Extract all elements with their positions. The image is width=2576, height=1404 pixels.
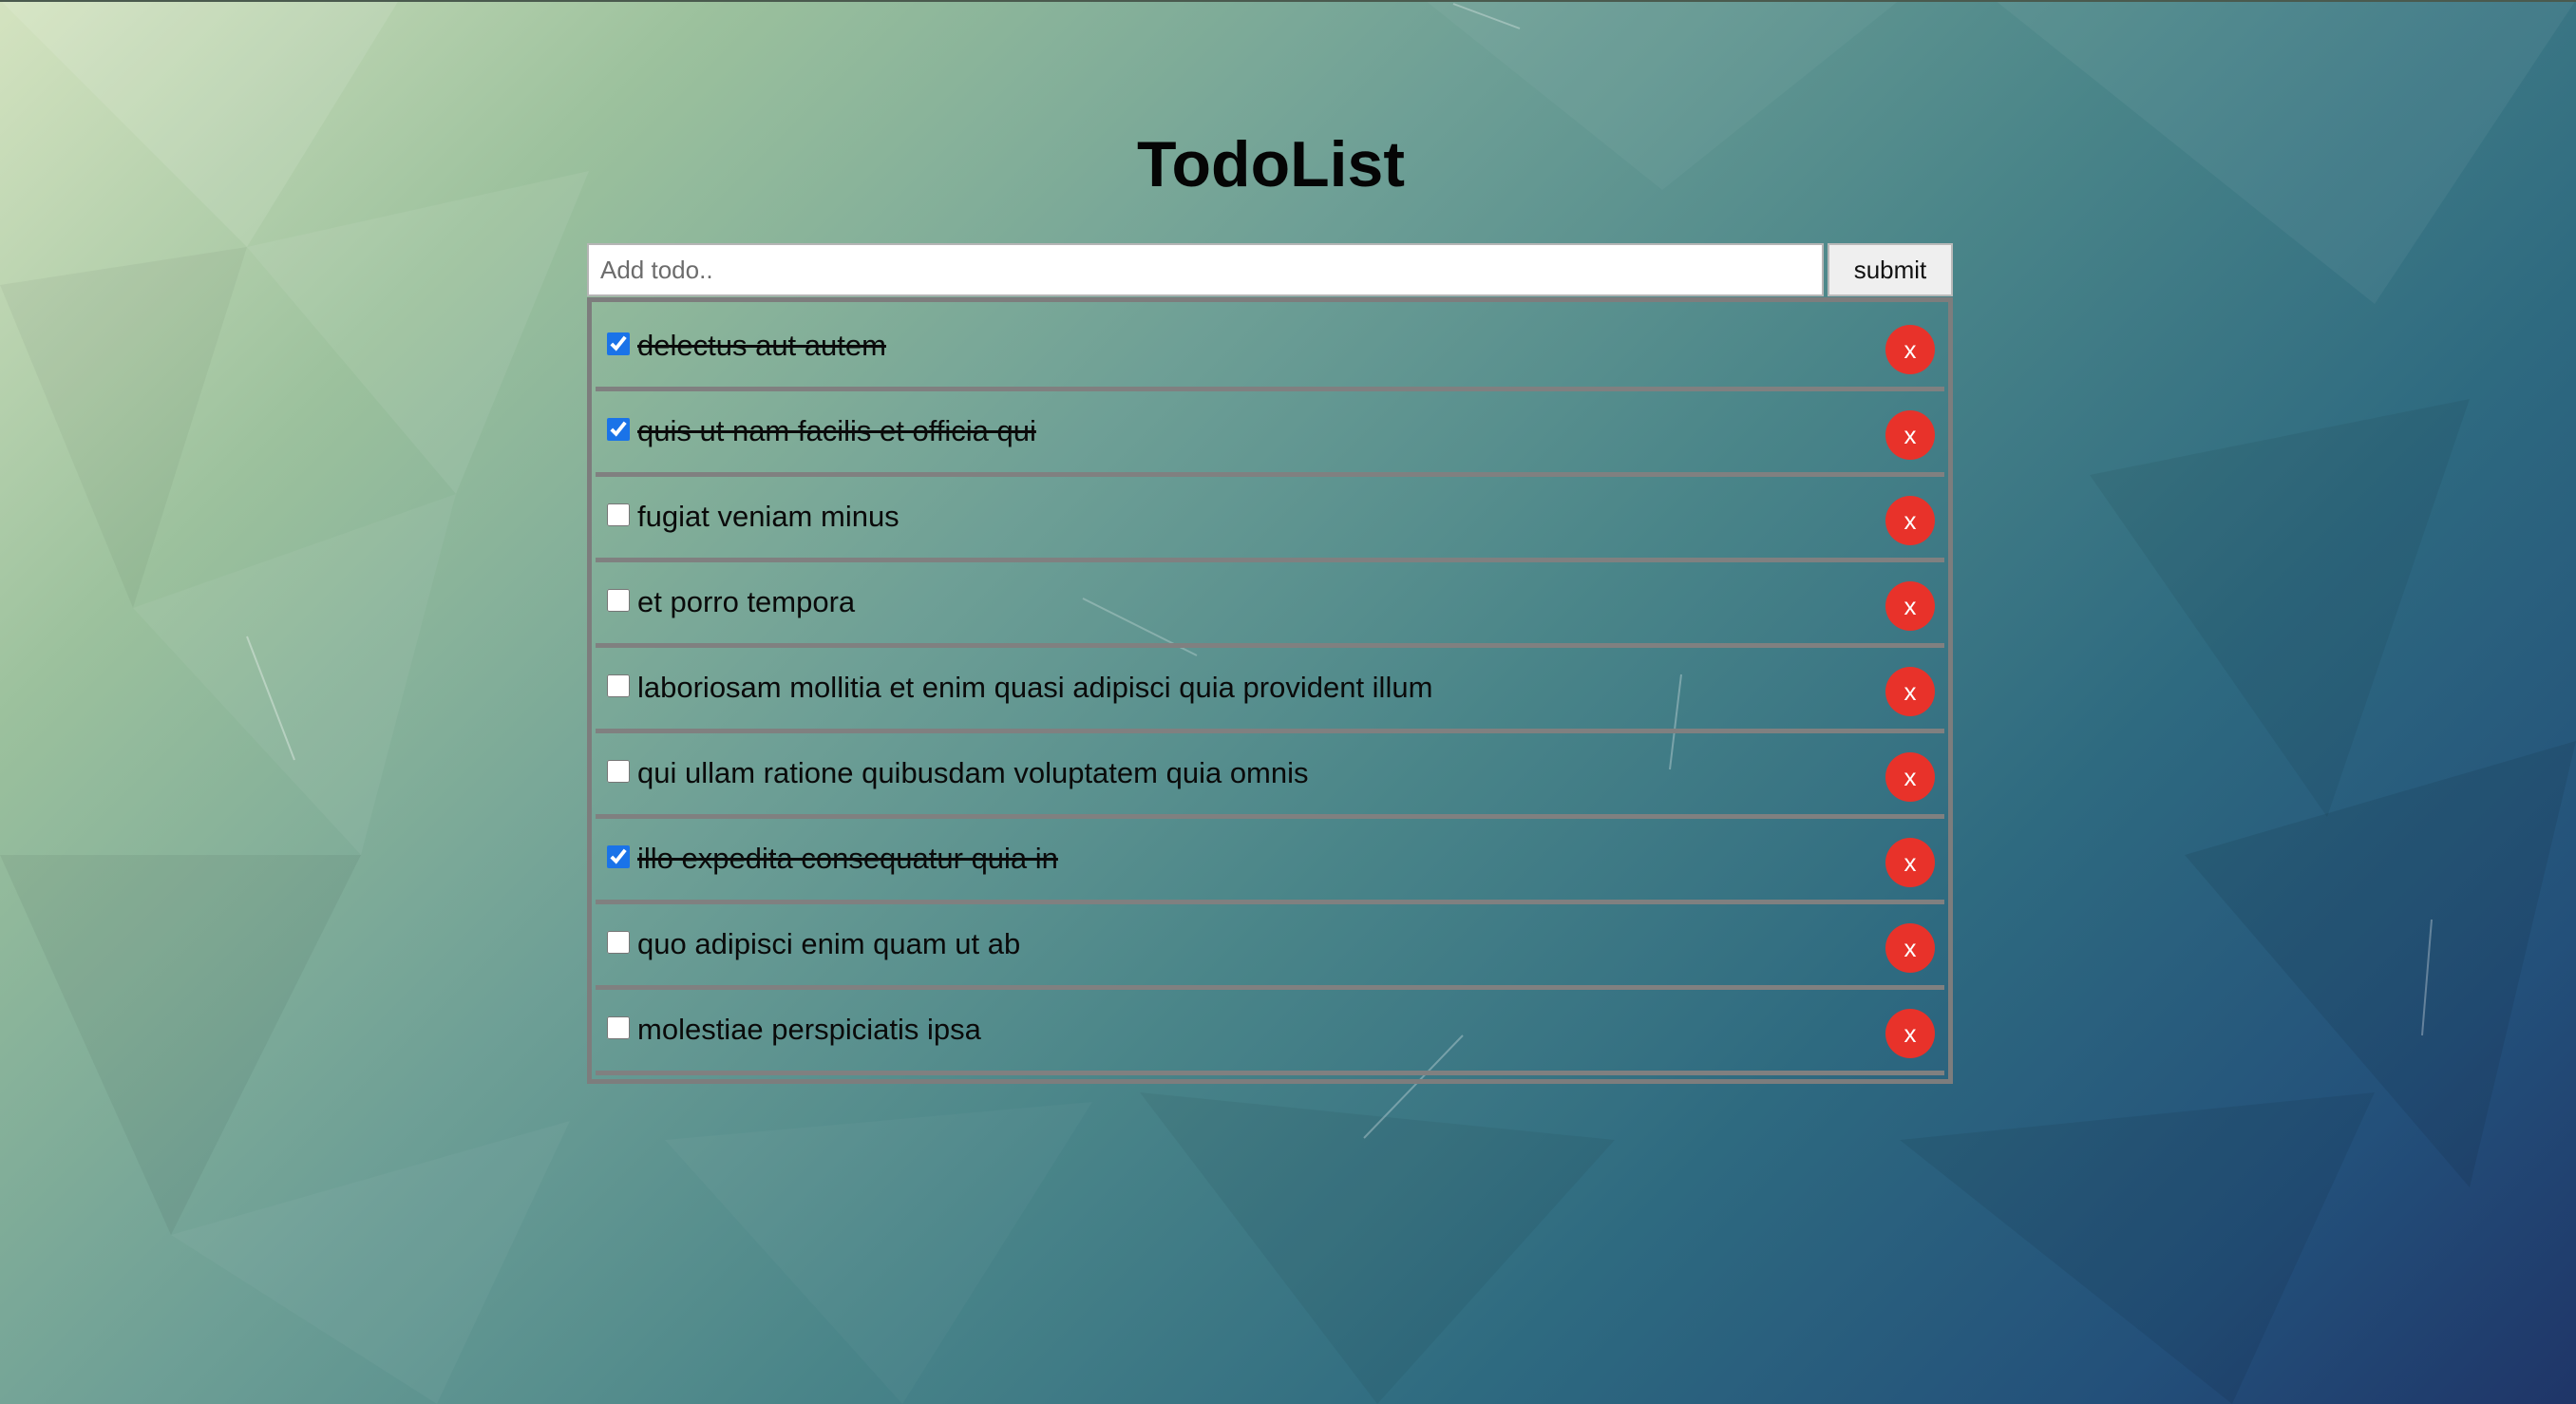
todo-checkbox[interactable] (607, 1016, 630, 1039)
delete-button[interactable]: x (1885, 1009, 1935, 1058)
todo-item: quo adipisci enim quam ut ab x (596, 904, 1944, 990)
submit-button[interactable]: submit (1828, 243, 1953, 296)
todo-item: illo expedita consequatur quia in x (596, 819, 1944, 904)
todo-checkbox[interactable] (607, 332, 630, 355)
todo-text: laboriosam mollitia et enim quasi adipis… (637, 671, 1433, 704)
page-title: TodoList (1137, 128, 1405, 200)
delete-button[interactable]: x (1885, 581, 1935, 631)
todo-checkbox[interactable] (607, 760, 630, 783)
delete-button[interactable]: x (1885, 752, 1935, 802)
todo-text: qui ullam ratione quibusdam voluptatem q… (637, 756, 1309, 789)
todo-item: quis ut nam facilis et officia qui x (596, 391, 1944, 477)
todo-app: TodoList submit delectus aut autem x qui… (0, 0, 2576, 1404)
add-todo-form: submit (587, 243, 1953, 298)
delete-button[interactable]: x (1885, 410, 1935, 460)
todo-checkbox[interactable] (607, 931, 630, 954)
todo-text: quo adipisci enim quam ut ab (637, 927, 1021, 960)
todo-text: fugiat veniam minus (637, 500, 900, 533)
todo-text: quis ut nam facilis et officia qui (637, 414, 1036, 447)
delete-button[interactable]: x (1885, 667, 1935, 716)
todo-text: delectus aut autem (637, 329, 886, 362)
todo-checkbox[interactable] (607, 503, 630, 526)
todo-checkbox[interactable] (607, 674, 630, 697)
delete-button[interactable]: x (1885, 838, 1935, 887)
todo-item: fugiat veniam minus x (596, 477, 1944, 562)
todo-text: molestiae perspiciatis ipsa (637, 1013, 981, 1046)
todo-text: illo expedita consequatur quia in (637, 842, 1058, 875)
todo-checkbox[interactable] (607, 589, 630, 612)
todo-item: laboriosam mollitia et enim quasi adipis… (596, 648, 1944, 733)
todo-item: molestiae perspiciatis ipsa x (596, 990, 1944, 1075)
todo-list: delectus aut autem x quis ut nam facilis… (587, 297, 1953, 1084)
delete-button[interactable]: x (1885, 496, 1935, 545)
top-border (0, 0, 2576, 2)
todo-checkbox[interactable] (607, 845, 630, 868)
todo-item: et porro tempora x (596, 562, 1944, 648)
todo-item: delectus aut autem x (596, 306, 1944, 391)
delete-button[interactable]: x (1885, 923, 1935, 973)
todo-checkbox[interactable] (607, 418, 630, 441)
add-todo-input[interactable] (587, 243, 1824, 296)
todo-text: et porro tempora (637, 585, 856, 618)
todo-item: qui ullam ratione quibusdam voluptatem q… (596, 733, 1944, 819)
delete-button[interactable]: x (1885, 325, 1935, 374)
